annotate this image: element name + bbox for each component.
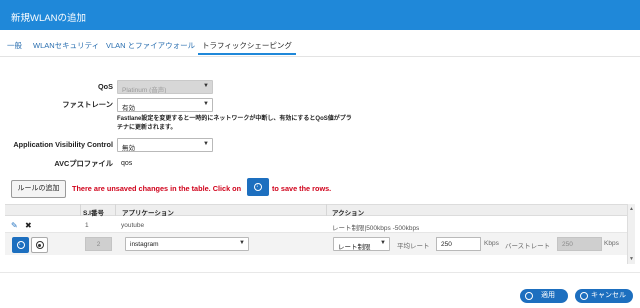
fastlane-note: Fastlane設定を変更すると一時的にネットワークが中断し、有効にするとQoS… (117, 116, 352, 131)
inline-save-button[interactable] (247, 178, 269, 196)
table-row-edit: 2 instagram ▼ レート制限 ▼ 平均レート 250 Kbps バース… (5, 233, 627, 255)
avg-rate-input[interactable]: 250 (436, 237, 481, 251)
burst-rate-input: 250 (557, 237, 602, 251)
row-cancel-button[interactable] (31, 237, 48, 253)
row-save-button[interactable] (12, 237, 29, 253)
table-header: S.I番号 アプリケーション アクション (5, 204, 627, 217)
apply-button[interactable]: 適用 (520, 289, 568, 303)
scroll-up-icon[interactable]: ▲ (629, 206, 634, 212)
pencil-icon[interactable]: ✎ (11, 221, 18, 230)
burst-rate-unit: Kbps (604, 240, 619, 247)
action-value: レート制限 (338, 244, 371, 251)
table-scrollbar[interactable]: ▲ ▼ (627, 204, 635, 264)
dialog-title: 新規WLANの追加 (11, 13, 86, 24)
tab-bar: 一般 WLANセキュリティ VLAN とファイアウォール トラフィックシェーピン… (0, 30, 640, 57)
save-icon (16, 241, 25, 249)
row-app: youtube (121, 222, 145, 229)
avg-rate-unit: Kbps (484, 240, 499, 247)
col-divider (326, 204, 327, 216)
qos-label: QoS (98, 82, 113, 91)
app-value: instagram (130, 241, 159, 248)
close-icon (580, 292, 588, 300)
apply-label: 適用 (541, 292, 555, 299)
col-divider (115, 204, 116, 216)
app-select[interactable]: instagram ▼ (125, 237, 249, 251)
x-icon[interactable]: ✖ (25, 221, 32, 230)
check-icon (525, 292, 533, 300)
col-app: アプリケーション (122, 210, 174, 217)
unsaved-warning: There are unsaved changes in the table. … (72, 184, 242, 193)
tab-vlan-firewall[interactable]: VLAN とファイアウォール (106, 40, 195, 51)
chevron-down-icon: ▼ (380, 240, 386, 246)
fastlane-label: ファストレーン (62, 100, 113, 109)
col-sno: S.I番号 (83, 210, 104, 217)
avc-value: 無効 (122, 145, 135, 152)
avc-label: Application Visibility Control (13, 140, 113, 149)
fastlane-select[interactable]: 有効 ▼ (117, 98, 213, 112)
chevron-down-icon: ▼ (239, 240, 245, 246)
burst-rate-label: バーストレート (505, 243, 551, 250)
row-action: レート制限|500kbps -500kbps (332, 225, 420, 232)
chevron-down-icon: ▼ (203, 141, 209, 147)
tab-general[interactable]: 一般 (7, 40, 22, 51)
cancel-label: キャンセル (591, 292, 626, 299)
footer-divider (0, 272, 640, 273)
chevron-down-icon: ▼ (203, 101, 209, 107)
avc-profile-value: qos (121, 160, 133, 167)
scroll-down-icon[interactable]: ▼ (629, 256, 634, 262)
col-divider (80, 204, 81, 216)
tab-traffic-shaping[interactable]: トラフィックシェーピング (198, 40, 296, 55)
cancel-icon (35, 241, 44, 249)
cancel-button[interactable]: キャンセル (575, 289, 633, 303)
action-select[interactable]: レート制限 ▼ (333, 237, 390, 251)
row-sno-field: 2 (85, 237, 112, 251)
qos-value: Platinum (音声) (122, 87, 167, 94)
avg-rate-label: 平均レート (397, 243, 430, 250)
save-icon (254, 183, 262, 191)
chevron-down-icon: ▼ (203, 83, 209, 89)
add-rule-button[interactable]: ルールの追加 (11, 180, 66, 198)
tab-wlan-security[interactable]: WLANセキュリティ (33, 40, 99, 51)
col-action: アクション (332, 210, 365, 217)
fastlane-value: 有効 (122, 105, 135, 112)
qos-select[interactable]: Platinum (音声) ▼ (117, 80, 213, 94)
dialog-titlebar: 新規WLANの追加 (0, 0, 640, 30)
avc-select[interactable]: 無効 ▼ (117, 138, 213, 152)
unsaved-warning-tail: to save the rows. (272, 184, 332, 193)
table-row: ✎ ✖ 1 youtube レート制限|500kbps -500kbps (5, 217, 627, 233)
avc-profile-label: AVCプロファイル (54, 159, 113, 168)
row-sno: 1 (85, 222, 89, 229)
